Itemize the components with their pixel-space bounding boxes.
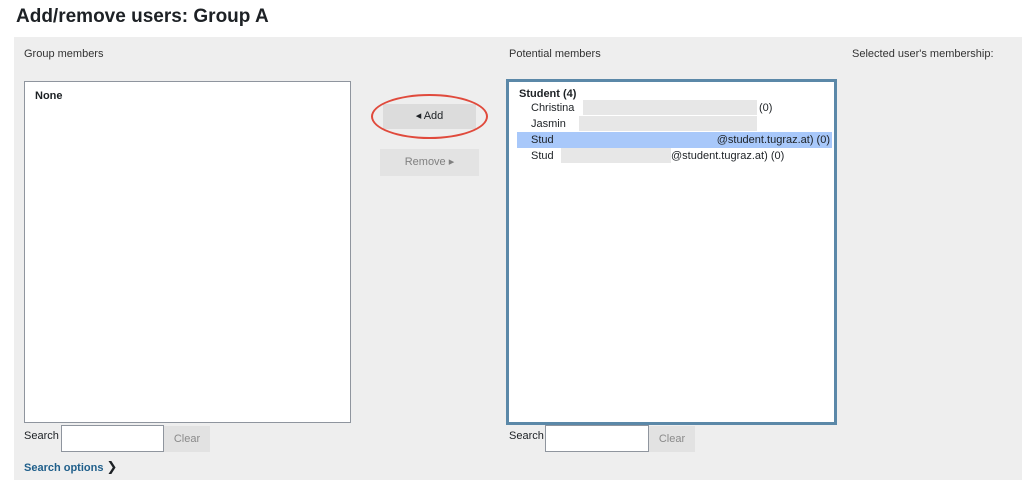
user-name: Jasmin	[531, 118, 566, 130]
group-members-label: Group members	[24, 48, 104, 60]
selected-membership-label: Selected user's membership:	[852, 48, 994, 60]
redaction-block	[579, 116, 757, 131]
clear-button[interactable]: Clear	[164, 426, 210, 452]
redaction-block	[583, 100, 757, 115]
search-label: Search	[509, 430, 544, 442]
page-title: Add/remove users: Group A	[16, 6, 269, 27]
list-item-selected[interactable]: Stud @student.tugraz.at) (0)	[517, 132, 832, 148]
remove-button[interactable]: Remove ▸	[380, 149, 479, 176]
user-name: Stud	[531, 134, 554, 146]
search-options-label: Search options	[24, 462, 104, 474]
user-name: Stud	[531, 150, 554, 162]
list-item[interactable]: Jasmin	[509, 116, 834, 132]
potential-members-search-input[interactable]	[545, 425, 649, 452]
chevron-right-icon: ❯	[106, 459, 118, 474]
search-options-link[interactable]: Search options ❯	[24, 459, 117, 475]
user-suffix: @student.tugraz.at) (0)	[671, 150, 785, 162]
group-members-list[interactable]: None	[24, 81, 351, 423]
group-members-empty-item: None	[35, 90, 63, 102]
list-item[interactable]: Christina (0)	[509, 100, 834, 116]
search-label: Search	[24, 430, 59, 442]
clear-button[interactable]: Clear	[649, 426, 695, 452]
redaction-block	[561, 148, 671, 163]
student-group-label: Student (4)	[519, 88, 577, 100]
group-members-search-input[interactable]	[61, 425, 164, 452]
user-suffix: @student.tugraz.at) (0)	[716, 134, 830, 146]
highlight-ring	[371, 94, 488, 139]
user-name: Christina	[531, 102, 575, 114]
potential-members-list[interactable]: Student (4) Christina (0) Jasmin Stud @s…	[506, 79, 837, 425]
potential-members-label: Potential members	[509, 48, 601, 60]
user-suffix: (0)	[759, 102, 773, 114]
list-item[interactable]: Stud @student.tugraz.at) (0)	[509, 148, 834, 164]
